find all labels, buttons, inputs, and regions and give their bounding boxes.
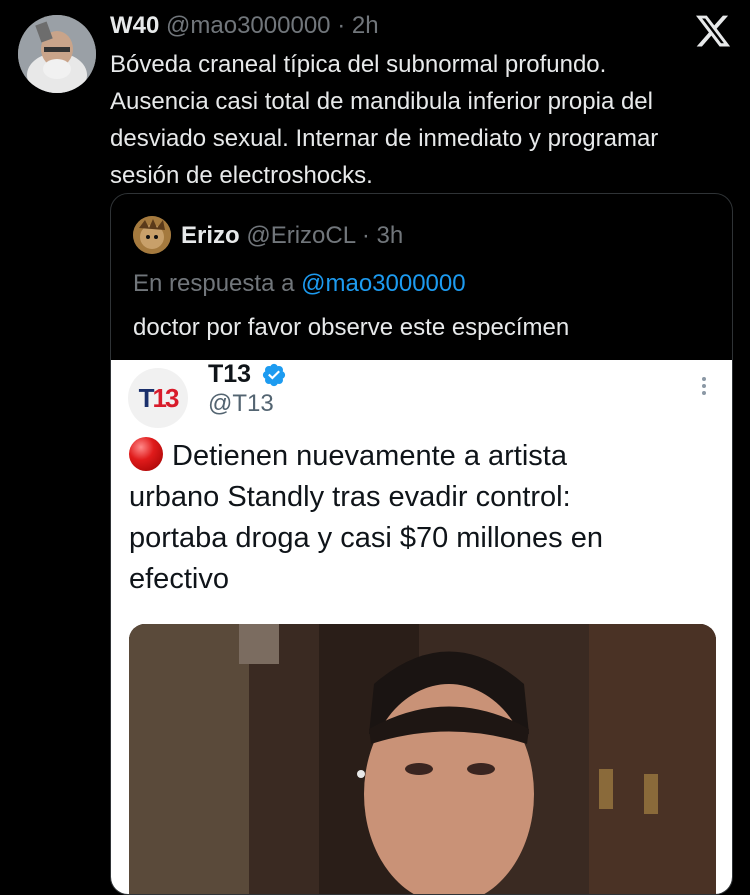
embedded-author-handle: @T13 [208, 390, 274, 417]
quoted-tweet[interactable]: Erizo @ErizoCL · 3h En respuesta a @mao3… [110, 193, 733, 895]
quote-header: Erizo @ErizoCL · 3h [181, 222, 403, 250]
tweet-header: W40 @mao3000000 · 2h [110, 12, 379, 40]
quote-author-handle[interactable]: @ErizoCL [246, 222, 355, 249]
author-handle[interactable]: @mao3000000 [166, 12, 330, 39]
embedded-tweet-image[interactable]: T 13 T13 @T13 Detienen nuevamente a artis… [111, 360, 732, 894]
verified-badge-icon [262, 363, 286, 387]
tweet-text-line: Ausencia casi total de mandibula inferio… [110, 88, 653, 115]
t13-logo-t: T [138, 382, 155, 413]
quote-author-avatar[interactable] [133, 216, 171, 254]
embedded-author-name: T13 [208, 360, 252, 388]
tweet-text-line: Bóveda craneal típica del subnormal prof… [110, 51, 607, 78]
embedded-text-line: efectivo [129, 563, 229, 595]
author-avatar[interactable] [18, 15, 96, 93]
more-options-icon [702, 377, 706, 395]
embedded-tweet-text: Detienen nuevamente a artista urbano Sta… [129, 436, 719, 600]
embedded-text-line: urbano Standly tras evadir control: [129, 481, 571, 513]
quote-author-name[interactable]: Erizo [181, 222, 240, 249]
tweet-text-line: sesión de electroshocks. [110, 162, 373, 189]
red-circle-emoji-icon [129, 437, 163, 471]
reply-mention-link[interactable]: @mao3000000 [301, 270, 465, 297]
reply-prefix: En respuesta a [133, 270, 295, 297]
separator-dot: · [337, 12, 346, 39]
x-logo-icon[interactable] [694, 12, 732, 50]
author-name[interactable]: W40 [110, 12, 159, 39]
news-photo [129, 624, 716, 894]
tweet-time[interactable]: 2h [352, 12, 379, 39]
t13-logo-13: 13 [152, 382, 179, 413]
tweet-text-line: desviado sexual. Internar de inmediato y… [110, 125, 659, 152]
separator-dot: · [361, 222, 370, 249]
quote-text: doctor por favor observe este especímen [133, 314, 570, 341]
reply-context: En respuesta a @mao3000000 [133, 270, 466, 298]
embedded-text-line: Detienen nuevamente a artista [129, 436, 719, 477]
t13-avatar: T 13 [128, 368, 188, 428]
tweet-text: Bóveda craneal típica del subnormal prof… [110, 46, 740, 194]
quote-time[interactable]: 3h [377, 222, 404, 249]
embedded-text-line: portaba droga y casi $70 millones en [129, 522, 603, 554]
